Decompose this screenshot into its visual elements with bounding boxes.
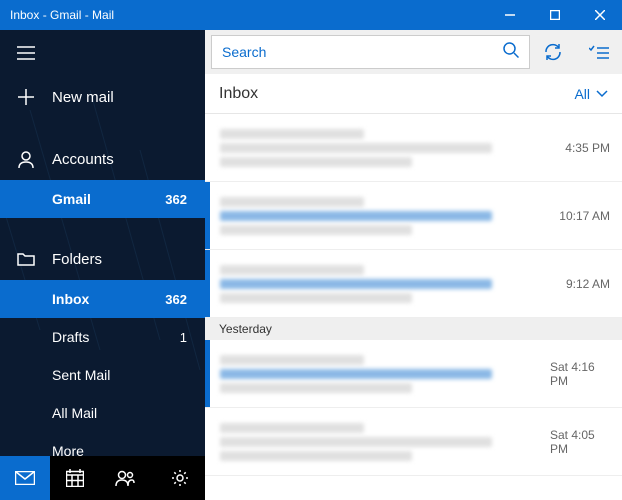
folder-icon	[14, 252, 38, 266]
plus-icon	[14, 89, 38, 105]
people-app-button[interactable]	[100, 456, 150, 500]
message-item[interactable]: 10:17 AM	[205, 182, 622, 250]
close-button[interactable]	[577, 0, 622, 30]
message-time: 4:35 PM	[550, 114, 622, 181]
message-time: 9:12 AM	[550, 250, 622, 317]
settings-button[interactable]	[155, 456, 205, 500]
folder-item-inbox[interactable]: Inbox362	[0, 280, 205, 318]
filter-dropdown[interactable]: All	[574, 86, 608, 102]
calendar-app-button[interactable]	[50, 456, 100, 500]
account-item-gmail[interactable]: Gmail 362	[0, 180, 205, 218]
search-icon	[497, 42, 519, 63]
select-mode-button[interactable]	[576, 30, 622, 74]
person-icon	[14, 150, 38, 168]
message-preview	[210, 340, 550, 407]
mail-icon	[15, 471, 35, 485]
mail-app-button[interactable]	[0, 456, 50, 500]
filter-label: All	[574, 86, 590, 102]
calendar-icon	[66, 469, 84, 487]
main-pane: Inbox All 4:35 PM10:17 AM9:12 AMYesterda…	[205, 30, 622, 500]
message-list[interactable]: 4:35 PM10:17 AM9:12 AMYesterdaySat 4:16 …	[205, 114, 622, 500]
folder-item-drafts[interactable]: Drafts1	[0, 318, 205, 356]
message-time: Sat 4:05 PM	[550, 408, 622, 475]
message-item[interactable]: 4:35 PM	[205, 114, 622, 182]
folder-label: Inbox	[40, 291, 165, 307]
folder-item-all-mail[interactable]: All Mail	[0, 394, 205, 432]
search-bar	[205, 30, 622, 74]
bottom-bar	[0, 456, 205, 500]
message-preview	[210, 250, 550, 317]
accounts-header[interactable]: Accounts	[0, 138, 205, 180]
folder-count: 1	[180, 330, 205, 345]
message-item[interactable]: Sat 4:05 PM	[205, 408, 622, 476]
hamburger-icon	[14, 46, 38, 60]
folders-label: Folders	[52, 251, 191, 268]
folder-item-sent-mail[interactable]: Sent Mail	[0, 356, 205, 394]
accounts-label: Accounts	[52, 151, 191, 168]
message-item[interactable]: Sat 4:16 PM	[205, 340, 622, 408]
folders-header[interactable]: Folders	[0, 238, 205, 280]
list-header: Inbox All	[205, 74, 622, 114]
new-mail-button[interactable]: New mail	[0, 76, 205, 118]
folder-label: Drafts	[40, 329, 180, 345]
message-time: Sat 4:16 PM	[550, 340, 622, 407]
window-title: Inbox - Gmail - Mail	[10, 8, 114, 22]
new-mail-label: New mail	[52, 89, 191, 106]
message-preview	[210, 182, 550, 249]
search-input[interactable]	[222, 44, 497, 60]
sync-button[interactable]	[530, 30, 576, 74]
folder-label: All Mail	[40, 405, 187, 421]
sync-icon	[543, 43, 563, 61]
minimize-button[interactable]	[487, 0, 532, 30]
message-preview	[210, 408, 550, 475]
account-count: 362	[165, 192, 205, 207]
folder-count: 362	[165, 292, 205, 307]
chevron-down-icon	[596, 90, 608, 98]
gear-icon	[171, 469, 189, 487]
folder-label: Sent Mail	[40, 367, 187, 383]
message-time: 10:17 AM	[550, 182, 622, 249]
group-header-yesterday: Yesterday	[205, 318, 622, 340]
select-icon	[589, 45, 609, 59]
search-box[interactable]	[211, 35, 530, 69]
window-titlebar: Inbox - Gmail - Mail	[0, 0, 622, 30]
account-label: Gmail	[40, 191, 165, 207]
people-icon	[115, 470, 135, 486]
hamburger-button[interactable]	[0, 30, 205, 76]
maximize-button[interactable]	[532, 0, 577, 30]
sidebar: New mail Accounts Gmail 362 Folders Inbo…	[0, 30, 205, 500]
list-title: Inbox	[219, 85, 574, 103]
message-item[interactable]: 9:12 AM	[205, 250, 622, 318]
message-preview	[210, 114, 550, 181]
